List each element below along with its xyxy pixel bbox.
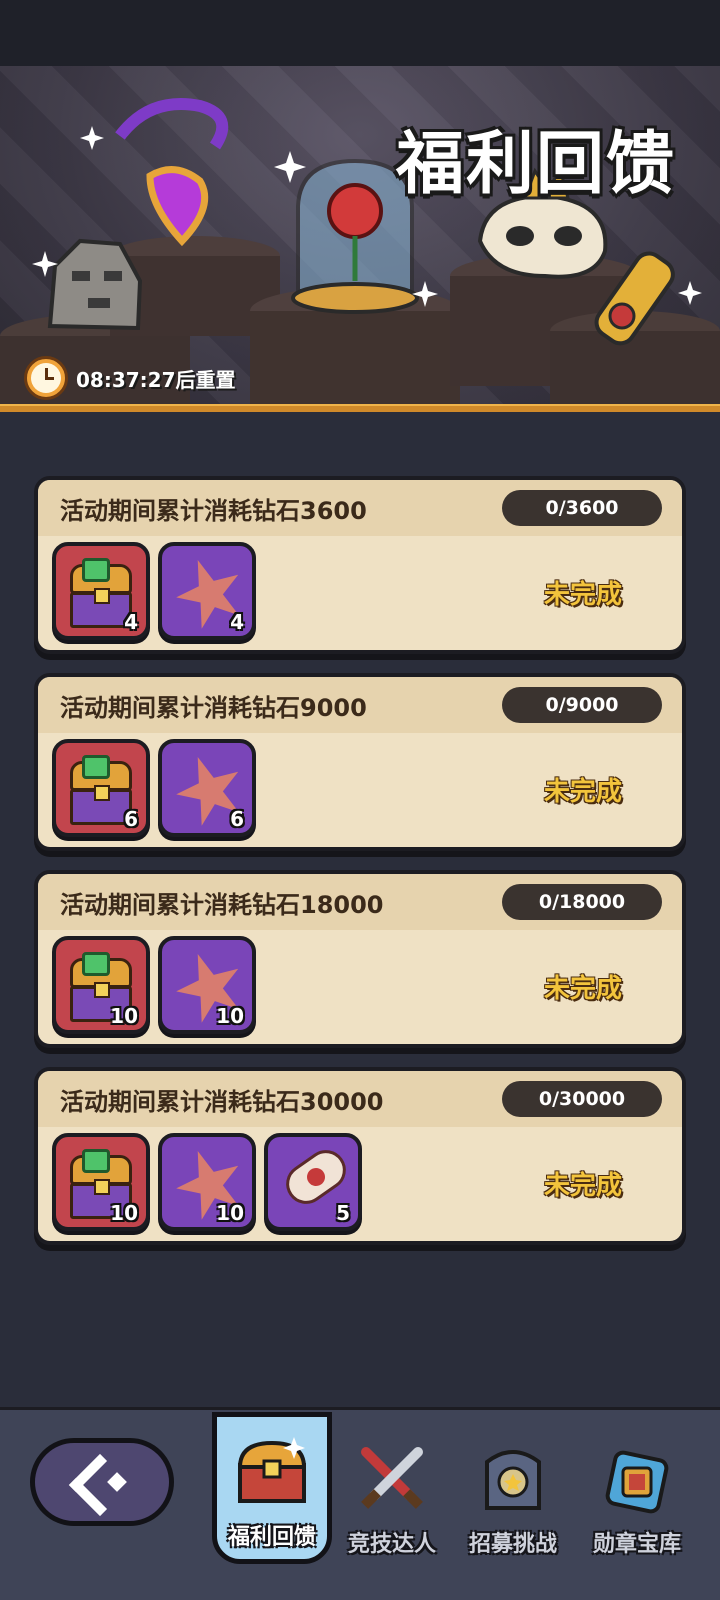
reward-treasure-chest[interactable]: 4: [52, 542, 150, 640]
reward-star-shard[interactable]: 10: [158, 1133, 256, 1231]
tab-label: 勋章宝库: [592, 1532, 681, 1557]
task-status: 未完成: [543, 777, 622, 807]
recruit-banner-icon: [485, 1450, 541, 1510]
reward-star-shard[interactable]: 4: [158, 542, 256, 640]
status-bar: [0, 0, 720, 66]
reward-count: 4: [230, 610, 244, 634]
task-status: 未完成: [543, 580, 622, 610]
task-progress: 0/3600: [502, 490, 662, 526]
reward-star-shard[interactable]: 10: [158, 936, 256, 1034]
task-card: 活动期间累计消耗钻石18000 0/18000 10 10 未完成: [34, 870, 686, 1048]
banner-divider: [0, 404, 720, 412]
task-header: 活动期间累计消耗钻石18000 0/18000: [38, 874, 682, 930]
task-status: 未完成: [543, 1171, 622, 1201]
tab-welfare-feedback[interactable]: 福利回馈: [212, 1412, 332, 1564]
clock-icon: [24, 356, 68, 400]
reward-count: 10: [216, 1201, 244, 1225]
tab-medal-vault[interactable]: 勋章宝库: [576, 1416, 698, 1566]
crossed-swords-icon: [361, 1447, 423, 1509]
reward-count: 5: [336, 1201, 350, 1225]
timer-text: 08:37:27后重置: [76, 367, 236, 392]
tab-label: 福利回馈: [227, 1525, 316, 1550]
task-header: 活动期间累计消耗钻石30000 0/30000: [38, 1071, 682, 1127]
reward-count: 4: [124, 610, 138, 634]
task-progress: 0/18000: [502, 884, 662, 920]
reward-count: 10: [110, 1004, 138, 1028]
task-title: 活动期间累计消耗钻石9000: [60, 693, 367, 722]
event-banner: 福利回馈 08:37:27后重置: [0, 66, 720, 410]
task-header: 活动期间累计消耗钻石9000 0/9000: [38, 677, 682, 733]
task-progress: 0/9000: [502, 687, 662, 723]
task-header: 活动期间累计消耗钻石3600 0/3600: [38, 480, 682, 536]
tab-label: 竞技达人: [347, 1532, 436, 1557]
back-arrow-icon: [74, 1459, 130, 1505]
task-card: 活动期间累计消耗钻石9000 0/9000 6 6 未完成: [34, 673, 686, 851]
reward-count: 10: [110, 1201, 138, 1225]
tab-arena-master[interactable]: 竞技达人: [331, 1416, 453, 1566]
tab-recruit-challenge[interactable]: 招募挑战: [452, 1416, 574, 1566]
task-title: 活动期间累计消耗钻石18000: [60, 890, 384, 919]
task-card: 活动期间累计消耗钻石3600 0/3600 4 4 未完成: [34, 476, 686, 654]
chest-icon: [237, 1437, 307, 1503]
task-progress: 0/30000: [502, 1081, 662, 1117]
reward-scroll[interactable]: 5: [264, 1133, 362, 1231]
task-list: 活动期间累计消耗钻石3600 0/3600 4 4 未完成 活动期间累计消耗钻石…: [0, 412, 720, 1407]
back-button[interactable]: [30, 1438, 174, 1526]
reward-treasure-chest[interactable]: 10: [52, 936, 150, 1034]
medal-box-icon: [605, 1450, 669, 1514]
reward-treasure-chest[interactable]: 10: [52, 1133, 150, 1231]
reward-count: 6: [230, 807, 244, 831]
task-title: 活动期间累计消耗钻石3600: [60, 496, 367, 525]
reset-timer: 08:37:27后重置: [24, 356, 236, 400]
reward-star-shard[interactable]: 6: [158, 739, 256, 837]
banner-title: 福利回馈: [395, 125, 676, 204]
reward-count: 6: [124, 807, 138, 831]
tab-label: 招募挑战: [468, 1532, 557, 1557]
reward-count: 10: [216, 1004, 244, 1028]
reward-treasure-chest[interactable]: 6: [52, 739, 150, 837]
task-title: 活动期间累计消耗钻石30000: [60, 1087, 384, 1116]
task-status: 未完成: [543, 974, 622, 1004]
bottom-nav: 福利回馈 竞技达人 招募挑战 勋章宝库: [0, 1407, 720, 1600]
task-card: 活动期间累计消耗钻石30000 0/30000 10 10 5 未完成: [34, 1067, 686, 1245]
